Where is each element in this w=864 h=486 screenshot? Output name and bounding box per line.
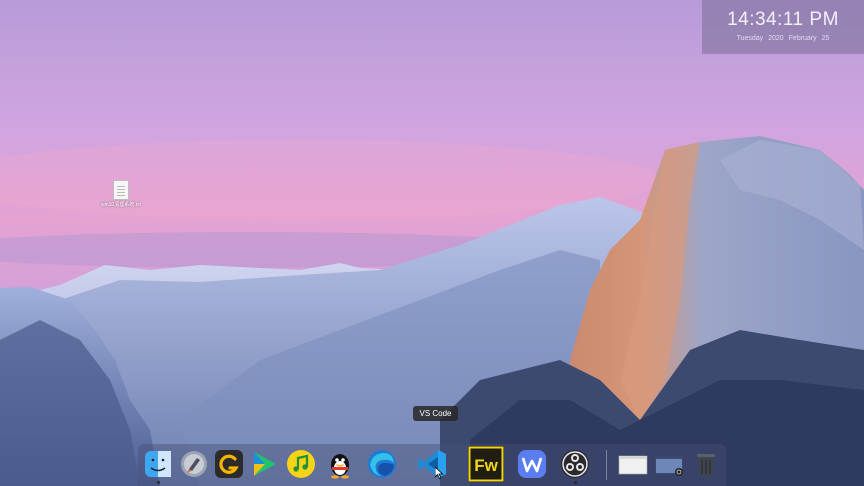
window-thumbnail-icon bbox=[655, 456, 683, 476]
clock-widget: 14:34:11 PM Tuesday 2020 February 25 bbox=[702, 0, 864, 54]
dock-item-qq[interactable] bbox=[324, 448, 356, 480]
play-icon bbox=[254, 452, 276, 476]
dock-item-window-2[interactable] bbox=[653, 448, 685, 480]
running-indicator bbox=[156, 481, 160, 484]
mouse-cursor-icon bbox=[435, 467, 444, 479]
dock: Fw bbox=[138, 444, 726, 486]
trash-icon bbox=[697, 454, 715, 477]
running-indicator bbox=[573, 481, 577, 484]
music-icon bbox=[287, 450, 315, 478]
clock-date: Tuesday 2020 February 25 bbox=[736, 35, 830, 42]
dock-item-media-player[interactable] bbox=[248, 448, 280, 480]
launchpad-icon bbox=[181, 451, 207, 477]
text-file-icon bbox=[113, 180, 129, 200]
wps-icon bbox=[518, 450, 546, 478]
dock-item-trash[interactable] bbox=[690, 448, 722, 480]
fw-label: Fw bbox=[474, 456, 498, 475]
finder-icon bbox=[145, 451, 171, 477]
obs-icon bbox=[561, 450, 589, 478]
edge-icon bbox=[368, 450, 396, 478]
desktop-file[interactable]: win10清理系统.txt bbox=[100, 180, 142, 209]
window-thumbnail-icon bbox=[618, 455, 648, 475]
g-app-icon bbox=[215, 450, 243, 478]
fw-icon: Fw bbox=[468, 446, 504, 482]
dock-item-edge[interactable] bbox=[366, 448, 398, 480]
qq-penguin-icon bbox=[331, 454, 349, 479]
dock-separator bbox=[606, 450, 607, 480]
desktop-file-label: win10清理系统.txt bbox=[101, 202, 141, 208]
dock-item-g-app[interactable] bbox=[213, 448, 245, 480]
clock-time: 14:34:11 PM bbox=[727, 9, 839, 30]
dock-item-launchpad[interactable] bbox=[178, 448, 210, 480]
dock-item-window-1[interactable] bbox=[617, 448, 649, 480]
dock-item-fireworks[interactable]: Fw bbox=[466, 444, 506, 484]
dock-item-wps[interactable] bbox=[516, 448, 548, 480]
dock-tooltip: VS Code bbox=[413, 406, 458, 421]
dock-item-obs[interactable] bbox=[559, 448, 591, 484]
dock-item-music[interactable] bbox=[285, 448, 317, 480]
dock-item-finder[interactable] bbox=[142, 448, 174, 484]
